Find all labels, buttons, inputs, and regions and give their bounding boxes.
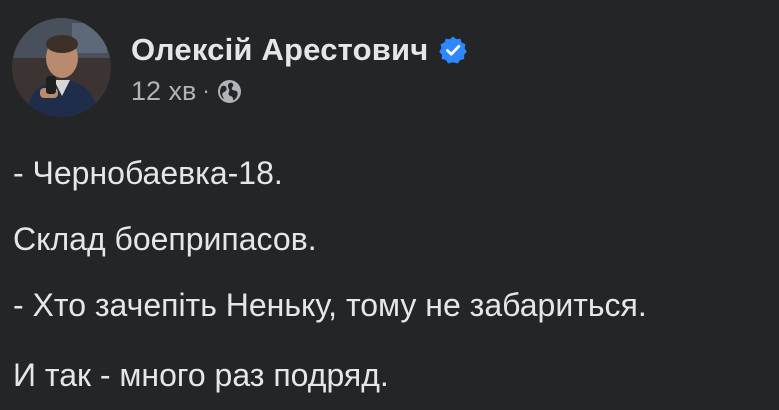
post-line: - Чернобаевка-18. [13, 155, 283, 191]
facebook-post: Олексій Арестович 12 хв · - Чернобаевка-… [0, 0, 779, 410]
verified-badge-icon [438, 35, 468, 65]
author-name[interactable]: Олексій Арестович [131, 30, 428, 70]
post-subline: 12 хв · [131, 74, 468, 108]
globe-icon[interactable] [216, 78, 243, 105]
post-line: Склад боеприпасов. [13, 221, 317, 257]
post-meta: Олексій Арестович 12 хв · [131, 30, 468, 108]
separator-dot: · [202, 78, 210, 103]
author-avatar[interactable] [12, 18, 111, 117]
post-line: И так - много раз подряд. [13, 357, 389, 393]
author-row: Олексій Арестович [131, 30, 468, 70]
post-header: Олексій Арестович 12 хв · [12, 18, 468, 128]
post-timestamp[interactable]: 12 хв [131, 76, 196, 107]
avatar-photo-icon [12, 18, 111, 117]
post-line: - Хто зачепіть Неньку, тому не забаритьс… [13, 287, 647, 323]
